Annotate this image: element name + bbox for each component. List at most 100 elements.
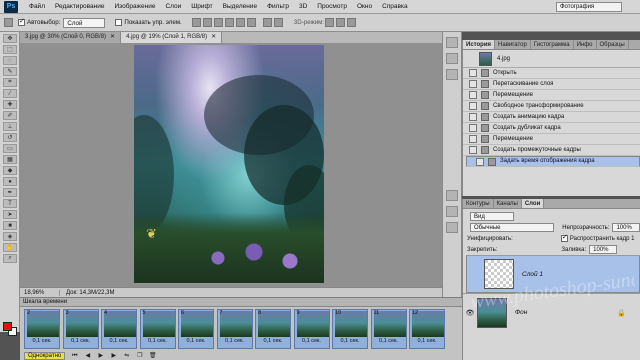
properties-panel-icon[interactable] [446,69,458,80]
history-source-checkbox[interactable] [469,124,477,132]
tab-navigator[interactable]: Навигатор [495,40,531,49]
blend-mode-select[interactable]: Обычные [470,223,555,232]
history-item[interactable]: Создать анимацию кадра [463,112,640,123]
align-middle-icon[interactable] [202,18,212,27]
autoselect-select[interactable]: Слой [63,17,106,28]
menu-select[interactable]: Выделение [218,3,262,10]
3d-tool-icon[interactable]: ◈ [3,232,17,241]
animation-frame[interactable]: 2 0,1 сек. [24,309,60,349]
tab-layers[interactable]: Слои [521,199,545,208]
close-icon[interactable]: ✕ [110,32,115,43]
healing-tool-icon[interactable]: ✚ [3,100,17,109]
move-tool-icon[interactable]: ✥ [3,34,17,43]
history-item[interactable]: Перетаскивание слоя [463,79,640,90]
frame-delay-select[interactable]: 0,1 сек. [103,337,135,346]
history-source-checkbox[interactable] [469,69,477,77]
crop-tool-icon[interactable]: ⌗ [3,78,17,87]
animation-frame[interactable]: 11 0,1 сек. [370,309,407,349]
tab-info[interactable]: Инфо [574,40,597,49]
animation-frame[interactable]: 7 0,1 сек. [216,309,253,349]
move-tool-icon[interactable] [4,18,13,27]
animation-frame[interactable]: 5 0,1 сек. [139,309,176,349]
history-source-checkbox[interactable] [469,113,477,121]
frame-delay-select[interactable]: 0,1 сек. [257,337,289,346]
show-controls-checkbox[interactable] [115,19,123,26]
dodge-tool-icon[interactable]: ● [3,177,17,186]
marquee-tool-icon[interactable]: ⬚ [3,45,17,54]
tab-paths[interactable]: Контуры [463,199,494,208]
tab-histogram[interactable]: Гистограмма [531,40,574,49]
gradient-tool-icon[interactable]: ▦ [3,155,17,164]
document-image[interactable]: ❦ [134,45,324,283]
menu-view[interactable]: Просмотр [312,3,352,10]
channels-panel-icon[interactable] [446,206,458,217]
history-source-checkbox[interactable] [469,80,477,88]
menu-type[interactable]: Шрифт [186,3,217,10]
canvas-area[interactable]: ❦ [20,43,442,287]
type-tool-icon[interactable]: T [3,199,17,208]
tab-swatches[interactable]: Образцы [597,40,629,49]
stamp-tool-icon[interactable]: ⊥ [3,122,17,131]
menu-image[interactable]: Изображение [110,3,161,10]
first-frame-icon[interactable]: ⏮ [70,352,79,360]
eye-icon[interactable]: 👁 [463,309,477,317]
document-size[interactable]: Док: 14,3M/22,3M [60,290,114,296]
history-source-checkbox[interactable] [469,135,477,143]
history-snapshot[interactable]: 4.jpg [463,50,640,68]
menu-help[interactable]: Справка [377,3,413,10]
doc-tab-4jpg[interactable]: 4.jpg @ 19% (Слой 1, RGB/8) ✕ [121,32,223,43]
distribute-icon[interactable] [262,18,272,27]
3d-roll-icon[interactable] [336,18,346,27]
lasso-tool-icon[interactable]: ◌ [3,56,17,65]
workspace-select[interactable]: Фотография [556,2,622,12]
eyedropper-tool-icon[interactable]: ⁄ [3,89,17,98]
frame-delay-select[interactable]: 0,1 сек. [411,337,443,346]
frame-delay-select[interactable]: 0,1 сек. [373,337,405,346]
duplicate-frame-icon[interactable]: ❐ [135,352,144,360]
history-brush-tool-icon[interactable]: ↺ [3,133,17,142]
3d-pan-icon[interactable] [347,18,357,27]
history-item[interactable]: Создать промежуточные кадры [463,145,640,156]
distribute-icon[interactable] [273,18,283,27]
opacity-input[interactable]: 100% [612,223,640,232]
align-center-icon[interactable] [235,18,245,27]
menu-edit[interactable]: Редактирование [50,3,110,10]
frame-delay-select[interactable]: 0,1 сек. [296,337,328,346]
frame-delay-select[interactable]: 0,1 сек. [219,337,251,346]
paths-panel-icon[interactable] [446,222,458,233]
3d-rotate-icon[interactable] [325,18,335,27]
quick-select-tool-icon[interactable]: ✎ [3,67,17,76]
history-item[interactable]: Перемещение [463,90,640,101]
animation-frame[interactable]: 10 0,1 сек. [332,309,368,349]
history-source-checkbox[interactable] [476,157,484,166]
tab-channels[interactable]: Каналы [494,199,522,208]
history-item[interactable]: Задать время отображения кадра [466,156,640,167]
menu-file[interactable]: Файл [24,3,50,10]
propagate-checkbox[interactable] [560,233,568,242]
animation-frame[interactable]: 4 0,1 сек. [101,309,137,349]
zoom-tool-icon[interactable]: ⌕ [3,254,17,263]
frame-delay-select[interactable]: 0,1 сек. [65,337,97,346]
align-left-icon[interactable] [224,18,234,27]
align-right-icon[interactable] [246,18,256,27]
history-source-checkbox[interactable] [469,146,477,154]
play-icon[interactable]: ▶ [96,352,105,360]
history-item[interactable]: Создать дубликат кадра [463,123,640,134]
layer-kind-filter[interactable]: Вид [470,212,514,221]
menu-layers[interactable]: Слои [160,3,186,10]
animation-frame[interactable]: 12 0,1 сек. [409,309,445,349]
foreground-color-swatch[interactable] [3,322,12,331]
doc-tab-3jpg[interactable]: 3.jpg @ 30% (Слой 0, RGB/8) ✕ [20,32,122,43]
blur-tool-icon[interactable]: ◆ [3,166,17,175]
menu-3d[interactable]: 3D [294,3,312,10]
history-panel-icon[interactable] [446,37,458,48]
layer-row[interactable]: 👁 Фон 🔒 [463,293,640,331]
history-item[interactable]: Открыть [463,68,640,79]
animation-frame[interactable]: 3 0,1 сек. [62,309,99,349]
loop-select[interactable]: Однократно [24,351,66,360]
actions-panel-icon[interactable] [446,53,458,64]
tab-history[interactable]: История [463,40,496,49]
history-source-checkbox[interactable] [469,91,477,99]
layers-panel-icon[interactable] [446,190,458,201]
animation-frame[interactable]: 9 0,1 сек. [293,309,330,349]
